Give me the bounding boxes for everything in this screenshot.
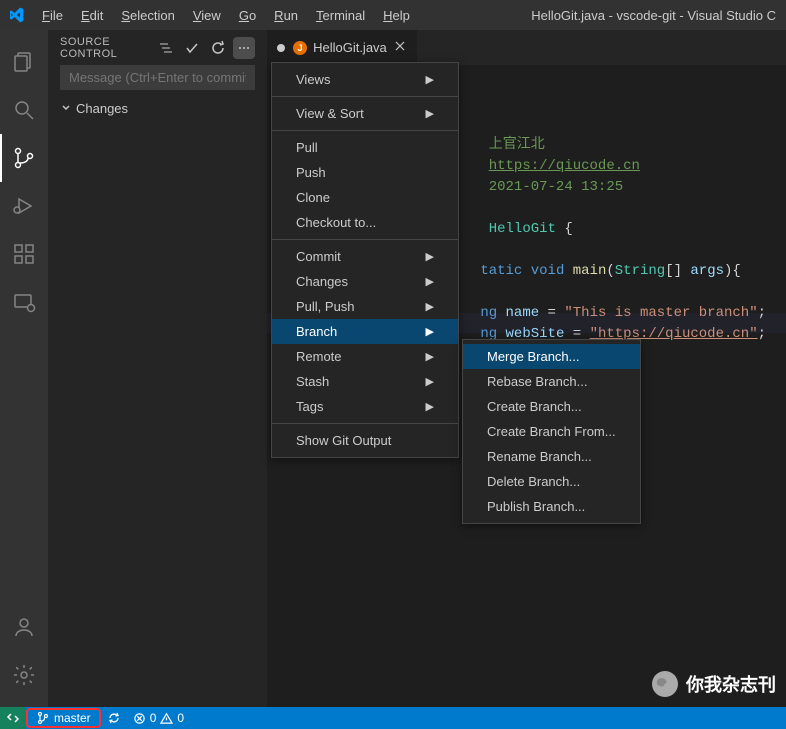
menu-file[interactable]: File bbox=[34, 4, 71, 27]
menu-pull[interactable]: Pull bbox=[272, 135, 458, 160]
sidebar-title: SOURCE CONTROL bbox=[60, 36, 155, 60]
refresh-icon[interactable] bbox=[207, 37, 229, 59]
view-tree-icon[interactable] bbox=[155, 37, 177, 59]
java-file-icon: J bbox=[293, 41, 307, 55]
status-sync[interactable] bbox=[101, 707, 127, 729]
commit-icon[interactable] bbox=[181, 37, 203, 59]
menu-separator bbox=[272, 239, 458, 240]
activity-explorer[interactable] bbox=[0, 38, 48, 86]
menu-selection[interactable]: Selection bbox=[113, 4, 182, 27]
menubar: File Edit Selection View Go Run Terminal… bbox=[34, 4, 418, 27]
menu-view[interactable]: View bbox=[185, 4, 229, 27]
scm-context-menu: Views▶ View & Sort▶ Pull Push Clone Chec… bbox=[271, 62, 459, 458]
menu-terminal[interactable]: Terminal bbox=[308, 4, 373, 27]
menu-branch[interactable]: Branch▶ bbox=[272, 319, 458, 344]
menu-separator bbox=[272, 130, 458, 131]
activity-bar bbox=[0, 30, 48, 707]
menu-clone[interactable]: Clone bbox=[272, 185, 458, 210]
menu-checkout[interactable]: Checkout to... bbox=[272, 210, 458, 235]
activity-debug[interactable] bbox=[0, 182, 48, 230]
wechat-icon bbox=[652, 671, 678, 697]
menu-view-sort[interactable]: View & Sort▶ bbox=[272, 101, 458, 126]
close-icon[interactable] bbox=[393, 39, 407, 56]
menu-help[interactable]: Help bbox=[375, 4, 418, 27]
activity-settings[interactable] bbox=[0, 651, 48, 699]
remote-indicator[interactable] bbox=[0, 707, 26, 729]
menu-views[interactable]: Views▶ bbox=[272, 67, 458, 92]
menu-run[interactable]: Run bbox=[266, 4, 306, 27]
activity-remote[interactable] bbox=[0, 278, 48, 326]
menu-push[interactable]: Push bbox=[272, 160, 458, 185]
menu-delete-branch[interactable]: Delete Branch... bbox=[463, 469, 640, 494]
menu-stash[interactable]: Stash▶ bbox=[272, 369, 458, 394]
menu-pull-push[interactable]: Pull, Push▶ bbox=[272, 294, 458, 319]
status-problems[interactable]: 0 0 bbox=[127, 707, 190, 729]
vscode-logo-icon bbox=[8, 7, 24, 23]
menu-separator bbox=[272, 96, 458, 97]
chevron-down-icon bbox=[60, 101, 72, 116]
menu-separator bbox=[272, 423, 458, 424]
activity-account[interactable] bbox=[0, 603, 48, 651]
titlebar: File Edit Selection View Go Run Terminal… bbox=[0, 0, 786, 30]
wechat-badge: 你我杂志刊 bbox=[652, 671, 776, 697]
menu-create-branch[interactable]: Create Branch... bbox=[463, 394, 640, 419]
menu-create-branch-from[interactable]: Create Branch From... bbox=[463, 419, 640, 444]
menu-publish-branch[interactable]: Publish Branch... bbox=[463, 494, 640, 519]
sidebar: SOURCE CONTROL Changes bbox=[48, 30, 267, 707]
wechat-text: 你我杂志刊 bbox=[686, 671, 776, 697]
menu-rebase-branch[interactable]: Rebase Branch... bbox=[463, 369, 640, 394]
activity-search[interactable] bbox=[0, 86, 48, 134]
commit-message-input[interactable] bbox=[60, 65, 255, 90]
menu-go[interactable]: Go bbox=[231, 4, 264, 27]
menu-merge-branch[interactable]: Merge Branch... bbox=[463, 344, 640, 369]
menu-show-git-output[interactable]: Show Git Output bbox=[272, 428, 458, 453]
modified-indicator-icon bbox=[277, 44, 285, 52]
tab-hellogit[interactable]: J HelloGit.java bbox=[267, 30, 418, 65]
menu-rename-branch[interactable]: Rename Branch... bbox=[463, 444, 640, 469]
tab-filename: HelloGit.java bbox=[313, 40, 387, 55]
activity-extensions[interactable] bbox=[0, 230, 48, 278]
status-branch[interactable]: master bbox=[26, 708, 101, 728]
changes-label: Changes bbox=[76, 101, 128, 116]
menu-remote[interactable]: Remote▶ bbox=[272, 344, 458, 369]
menu-edit[interactable]: Edit bbox=[73, 4, 111, 27]
changes-section[interactable]: Changes bbox=[48, 98, 267, 119]
status-bar: master 0 0 bbox=[0, 707, 786, 729]
activity-source-control[interactable] bbox=[0, 134, 48, 182]
tab-bar: J HelloGit.java bbox=[267, 30, 786, 65]
menu-changes[interactable]: Changes▶ bbox=[272, 269, 458, 294]
menu-tags[interactable]: Tags▶ bbox=[272, 394, 458, 419]
window-title: HelloGit.java - vscode-git - Visual Stud… bbox=[418, 8, 786, 23]
more-actions-icon[interactable] bbox=[233, 37, 255, 59]
branch-submenu: Merge Branch... Rebase Branch... Create … bbox=[462, 339, 641, 524]
menu-commit[interactable]: Commit▶ bbox=[272, 244, 458, 269]
